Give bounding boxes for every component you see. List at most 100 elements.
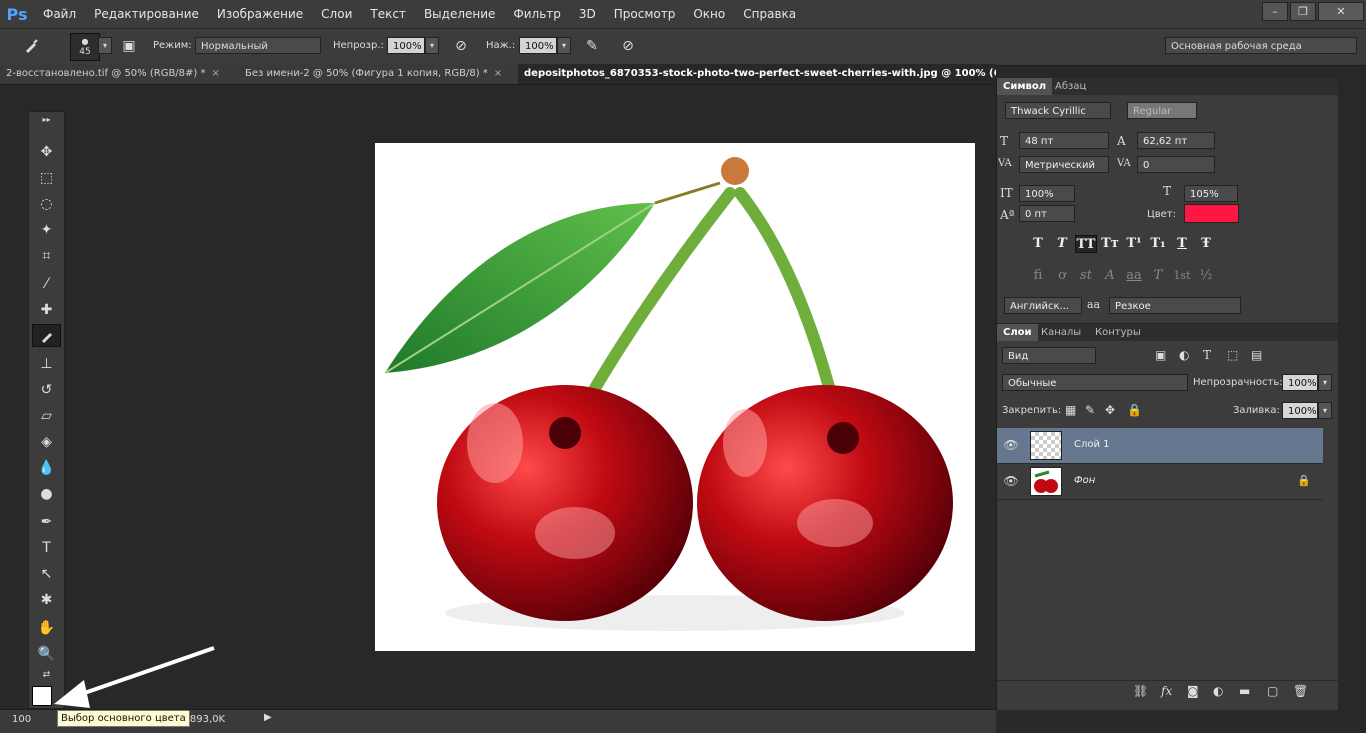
lock-pixels-icon[interactable]: ✎ [1085, 403, 1095, 417]
adjustment-icon[interactable]: ◐ [1213, 684, 1223, 698]
faux-italic-button[interactable]: T [1051, 235, 1073, 253]
menu-filter[interactable]: Фильтр [504, 0, 569, 28]
pressure-input[interactable]: 100% [519, 37, 557, 54]
font-size-input[interactable]: 48 пт [1019, 132, 1109, 149]
minimize-button[interactable]: – [1262, 2, 1288, 21]
stylistic-alternates-button[interactable]: aa [1123, 267, 1145, 285]
superscript-button[interactable]: T¹ [1123, 235, 1145, 253]
tab-channels[interactable]: Каналы [1035, 324, 1087, 341]
tab-paragraph[interactable]: Абзац [1049, 78, 1092, 95]
filter-adjustment-icon[interactable]: ◐ [1179, 348, 1189, 362]
fx-icon[interactable]: fx [1161, 684, 1172, 698]
workspace-select[interactable]: Основная рабочая среда [1165, 37, 1357, 54]
strikethrough-button[interactable]: Ŧ [1195, 235, 1217, 253]
kerning-select[interactable]: Метрический [1019, 156, 1109, 173]
tablet-size-icon[interactable]: ⊘ [617, 35, 639, 57]
menu-select[interactable]: Выделение [415, 0, 504, 28]
layer-opacity-input[interactable]: 100% [1282, 374, 1318, 391]
baseline-shift-input[interactable]: 0 пт [1019, 205, 1075, 222]
tab-document-3[interactable]: depositphotos_6870353-stock-photo-two-pe… [518, 64, 996, 84]
language-select[interactable]: Английск... [1004, 297, 1082, 314]
fractions-button[interactable]: ½ [1195, 267, 1217, 285]
layer-row[interactable]: 👁 Фон 🔒 [997, 464, 1323, 500]
folder-icon[interactable]: ▬ [1239, 684, 1250, 698]
pen-tool-icon[interactable]: ✒ [32, 510, 61, 533]
lock-transparent-icon[interactable]: ▦ [1065, 403, 1076, 417]
tab-character[interactable]: Символ [997, 78, 1053, 95]
horizontal-scale-input[interactable]: 105% [1184, 185, 1238, 202]
blur-tool-icon[interactable]: 💧 [32, 456, 61, 479]
stamp-tool-icon[interactable]: ⊥ [32, 352, 61, 375]
filter-smart-object-icon[interactable]: ▤ [1251, 348, 1262, 362]
layer-row[interactable]: 👁 Слой 1 [997, 428, 1323, 464]
opacity-dropdown[interactable]: ▾ [425, 37, 439, 54]
menu-window[interactable]: Окно [684, 0, 734, 28]
font-style-select[interactable]: Regular [1127, 102, 1197, 119]
tablet-opacity-icon[interactable]: ⊘ [450, 35, 472, 57]
close-icon[interactable]: × [212, 68, 220, 79]
tab-layers[interactable]: Слои [997, 324, 1038, 341]
ligatures-button[interactable]: fi [1027, 267, 1049, 285]
titling-alternates-button[interactable]: T [1147, 267, 1169, 285]
mask-icon[interactable]: ◙ [1187, 684, 1199, 698]
text-color-swatch[interactable] [1184, 204, 1239, 223]
crop-tool-icon[interactable]: ⌗ [32, 244, 61, 267]
visibility-eye-icon[interactable]: 👁 [1003, 438, 1019, 454]
filter-shape-icon[interactable]: ⬚ [1227, 348, 1238, 362]
brush-tool-icon[interactable] [20, 35, 42, 57]
tab-document-2[interactable]: Без имени-2 @ 50% (Фигура 1 копия, RGB/8… [239, 64, 514, 84]
ordinals-button[interactable]: 1st [1171, 267, 1193, 285]
fill-input[interactable]: 100% [1282, 402, 1318, 419]
brush-tool-icon[interactable] [32, 324, 61, 347]
tracking-select[interactable]: 0 [1137, 156, 1215, 173]
brush-preset-picker[interactable]: ● 45 [70, 33, 100, 61]
move-tool-icon[interactable]: ✥ [32, 140, 61, 163]
history-brush-tool-icon[interactable]: ↺ [32, 378, 61, 401]
blend-mode-select[interactable]: Обычные [1002, 374, 1188, 391]
menu-edit[interactable]: Редактирование [85, 0, 208, 28]
pressure-dropdown[interactable]: ▾ [557, 37, 571, 54]
layer-opacity-dropdown[interactable]: ▾ [1318, 374, 1332, 391]
menu-image[interactable]: Изображение [208, 0, 312, 28]
lock-position-icon[interactable]: ✥ [1105, 403, 1115, 417]
healing-brush-tool-icon[interactable]: ✚ [32, 298, 61, 321]
visibility-eye-icon[interactable]: 👁 [1003, 474, 1019, 490]
brush-preset-dropdown[interactable]: ▾ [98, 37, 112, 54]
paint-bucket-tool-icon[interactable]: ◈ [32, 430, 61, 453]
close-icon[interactable]: × [494, 68, 502, 79]
menu-type[interactable]: Текст [361, 0, 415, 28]
menu-file[interactable]: Файл [34, 0, 85, 28]
status-menu-arrow-icon[interactable]: ▶ [264, 712, 272, 723]
lasso-tool-icon[interactable]: ◌ [32, 192, 61, 215]
filter-pixel-icon[interactable]: ▣ [1155, 348, 1166, 362]
quick-select-tool-icon[interactable]: ✦ [32, 218, 61, 241]
fill-dropdown[interactable]: ▾ [1318, 402, 1332, 419]
subscript-button[interactable]: T₁ [1147, 235, 1169, 253]
layer-name[interactable]: Фон [1074, 475, 1095, 486]
type-tool-icon[interactable]: T [32, 536, 61, 559]
document-canvas[interactable] [375, 143, 975, 651]
restore-button[interactable]: ❐ [1290, 2, 1316, 21]
shape-tool-icon[interactable]: ✱ [32, 588, 61, 611]
tab-paths[interactable]: Контуры [1089, 324, 1147, 341]
small-caps-button[interactable]: Tт [1099, 235, 1121, 253]
eyedropper-tool-icon[interactable]: ⁄ [32, 272, 61, 295]
hand-tool-icon[interactable]: ✋ [32, 616, 61, 639]
opacity-input[interactable]: 100% [387, 37, 425, 54]
font-family-select[interactable]: Thwack Cyrillic [1005, 102, 1111, 119]
eraser-tool-icon[interactable]: ▱ [32, 404, 61, 427]
old-style-button[interactable]: ơ [1051, 267, 1073, 285]
menu-3d[interactable]: 3D [570, 0, 605, 28]
vertical-scale-input[interactable]: 100% [1019, 185, 1075, 202]
marquee-tool-icon[interactable]: ⬚ [32, 166, 61, 189]
menu-layers[interactable]: Слои [312, 0, 361, 28]
discretionary-ligatures-button[interactable]: st [1075, 267, 1097, 285]
mode-select[interactable]: Нормальный [195, 37, 321, 54]
brush-panel-icon[interactable]: ▣ [118, 35, 140, 57]
toolbox-collapse-icon[interactable]: ▸▸ [32, 114, 61, 124]
swash-button[interactable]: A [1099, 267, 1121, 285]
trash-icon[interactable]: 🗑 [1293, 684, 1308, 698]
layer-name[interactable]: Слой 1 [1074, 439, 1110, 450]
close-window-button[interactable]: ✕ [1318, 2, 1364, 21]
new-layer-icon[interactable]: ▢ [1267, 684, 1278, 698]
